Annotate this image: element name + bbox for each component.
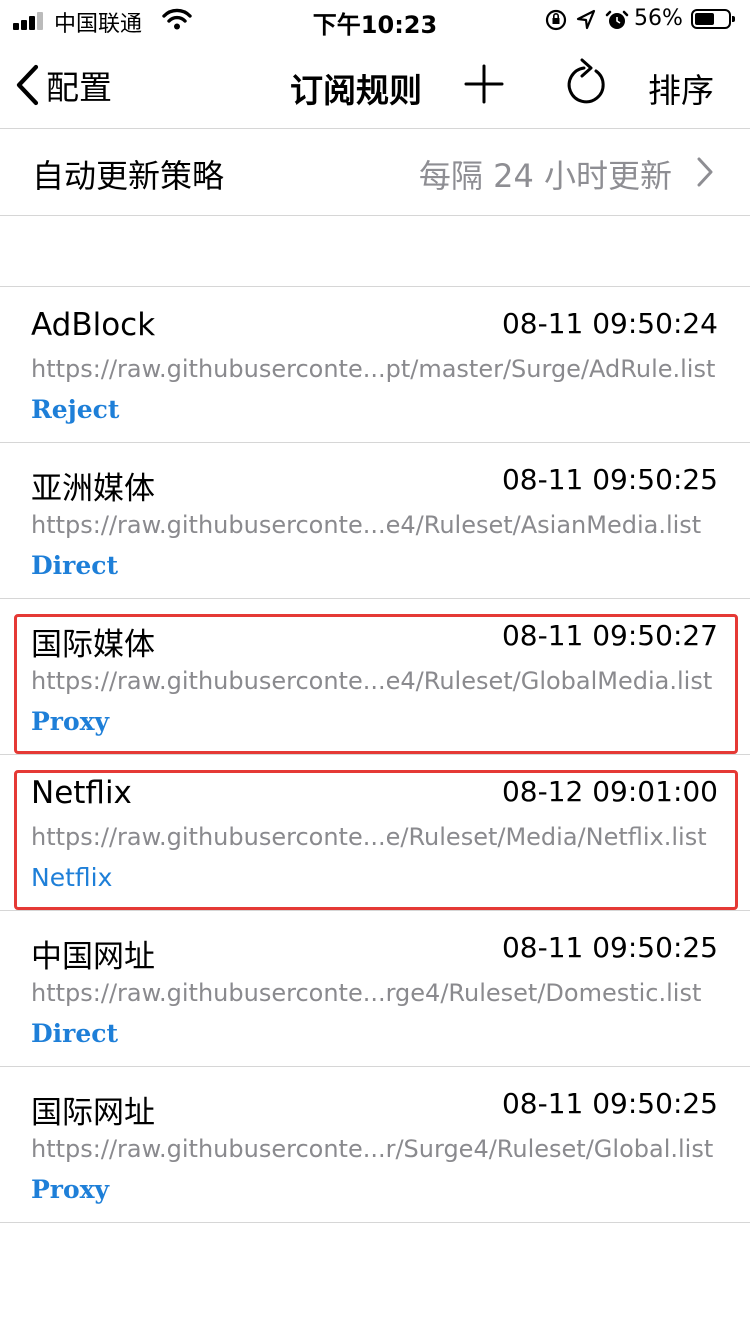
rule-name: 国际网址 [31,1095,155,1131]
rule-url: https://raw.githubuserconte...e4/Ruleset… [31,511,702,539]
sort-button[interactable]: 排序 [648,64,714,112]
chevron-right-icon [697,157,713,187]
add-icon[interactable] [464,64,504,104]
rule-url: https://raw.githubuserconte...r/Surge4/R… [31,1135,714,1163]
rule-item[interactable]: AdBlock 08-11 09:50:24 https://raw.githubu… [0,287,750,443]
rule-updated-time: 08-11 09:50:25 [501,463,718,496]
rule-item[interactable]: 亚洲媒体 08-11 09:50:25 https://raw.githubuser… [0,443,750,599]
alarm-icon [605,10,629,29]
auto-update-value: 每隔 24 小时更新 [418,157,672,195]
rule-name: 中国网址 [31,939,155,975]
location-icon [576,9,596,30]
rule-updated-time: 08-11 09:50:25 [501,1087,718,1120]
refresh-icon[interactable] [565,58,611,110]
auto-update-row[interactable]: 自动更新策略 每隔 24 小时更新 [0,129,750,216]
rule-url: https://raw.githubuserconte...rge4/Rules… [31,979,702,1007]
rule-updated-time: 08-11 09:50:24 [501,307,718,340]
battery-percent: 56% [634,6,683,31]
rule-policy: Direct [31,1019,119,1048]
rule-policy: Reject [31,395,120,424]
back-button[interactable]: 配置 [14,62,112,108]
page-title: 订阅规则 [290,71,422,110]
orientation-lock-icon [545,9,567,31]
rule-policy: Proxy [31,1175,110,1204]
highlight-box [14,614,738,754]
rule-url: https://raw.githubuserconte...pt/master/… [31,355,716,383]
rule-name: AdBlock [31,307,156,343]
navigation-bar: 配置 订阅规则 排序 [0,40,750,129]
rule-policy: Direct [31,551,119,580]
status-indicators [545,9,629,31]
rule-list: AdBlock 08-11 09:50:24 https://raw.githubu… [0,286,750,1223]
back-label: 配置 [46,68,112,107]
rule-updated-time: 08-11 09:50:25 [501,931,718,964]
battery-icon [691,9,735,29]
rule-item[interactable]: 国际网址 08-11 09:50:25 https://raw.githubuser… [0,1067,750,1223]
rule-name: 亚洲媒体 [31,471,155,507]
back-chevron-icon [16,64,39,106]
rule-item[interactable]: 中国网址 08-11 09:50:25 https://raw.githubuser… [0,911,750,1067]
auto-update-label: 自动更新策略 [32,157,225,195]
status-bar: 中国联通 下午10:23 56% [0,0,750,40]
highlight-box [14,770,738,910]
